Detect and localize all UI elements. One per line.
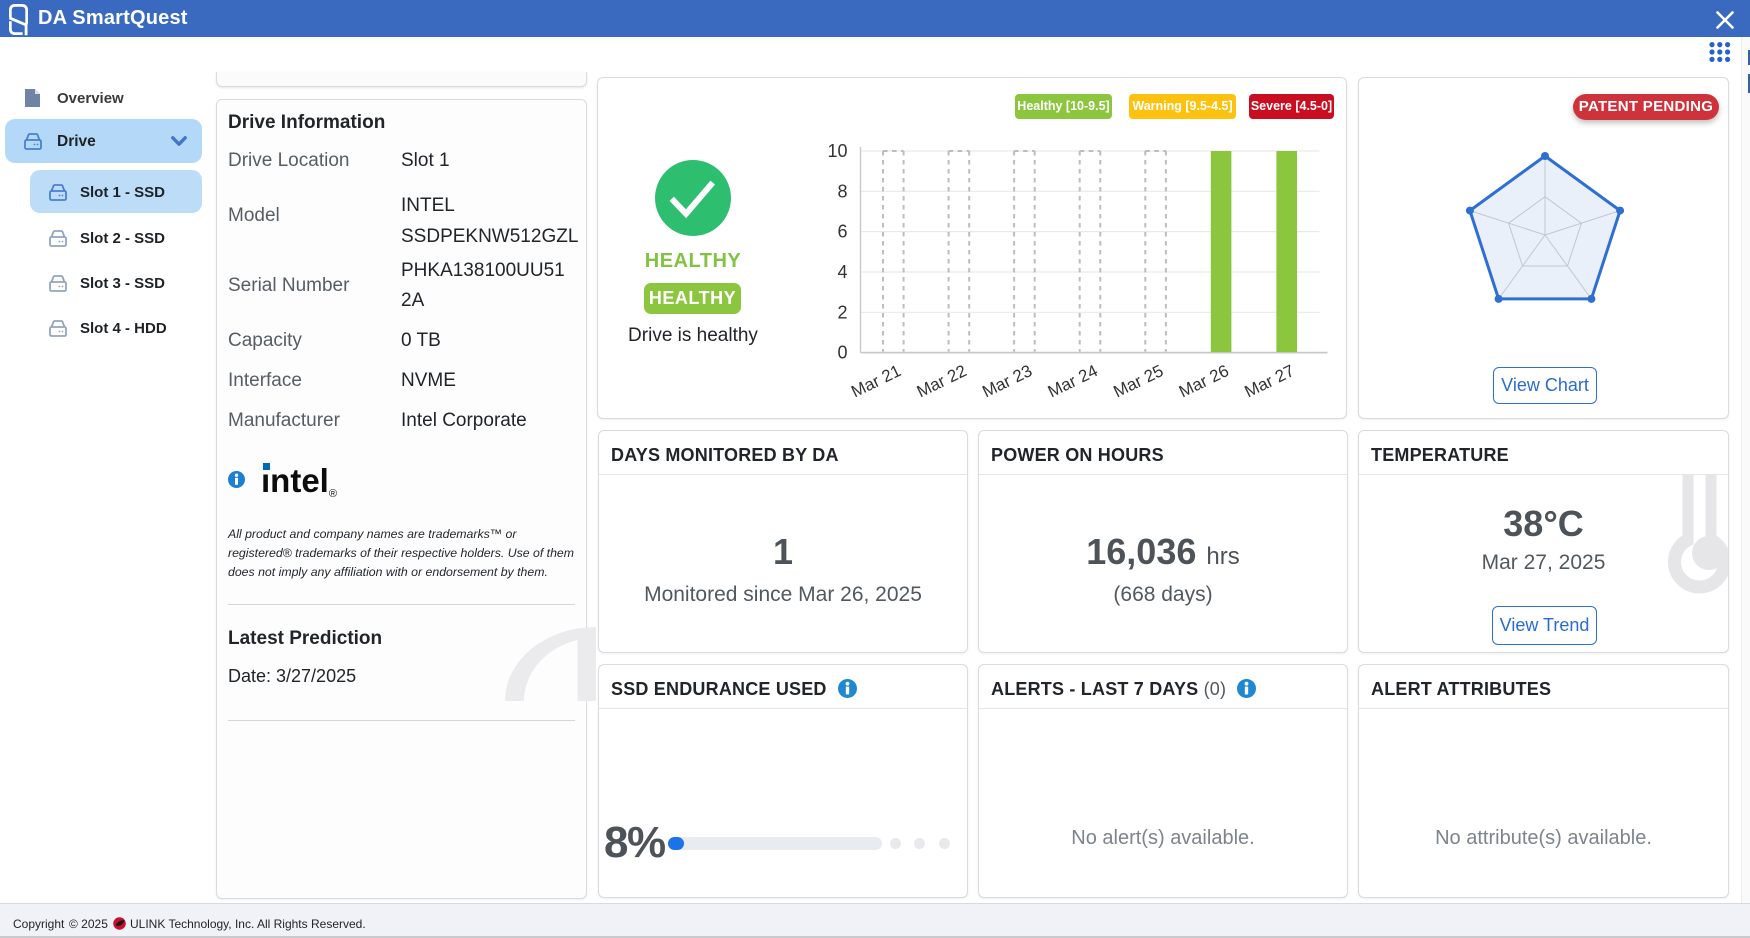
svg-text:Mar 23: Mar 23	[979, 361, 1035, 401]
svg-text:0: 0	[837, 343, 847, 363]
svg-text:Mar 22: Mar 22	[914, 361, 970, 401]
svg-text:6: 6	[837, 222, 847, 242]
svg-text:Mar 21: Mar 21	[848, 361, 904, 401]
svg-text:Mar 26: Mar 26	[1176, 361, 1232, 401]
svg-text:10: 10	[827, 141, 847, 161]
svg-text:Mar 25: Mar 25	[1110, 361, 1166, 401]
svg-text:2: 2	[837, 302, 847, 322]
svg-text:4: 4	[837, 262, 847, 282]
svg-text:Mar 24: Mar 24	[1045, 361, 1101, 401]
svg-text:Mar 27: Mar 27	[1242, 361, 1298, 401]
svg-text:8: 8	[837, 181, 847, 201]
